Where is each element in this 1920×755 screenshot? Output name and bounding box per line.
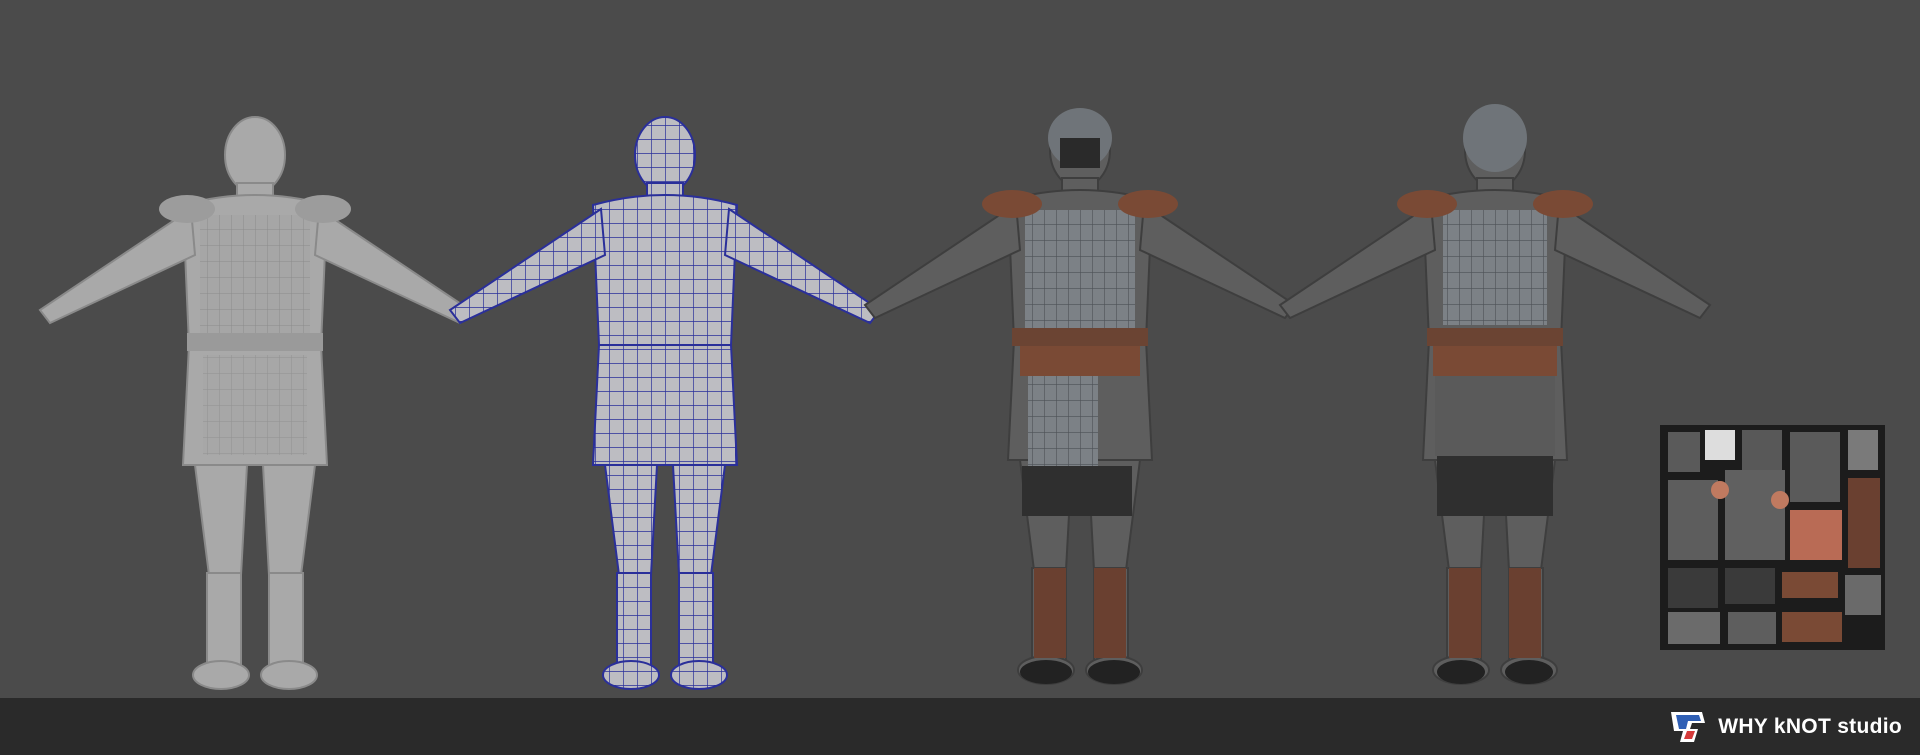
footer-bar: WHY kNOT studio <box>0 698 1920 755</box>
turnaround-canvas <box>0 0 1920 698</box>
textured-back-figure <box>1279 104 1711 685</box>
sculpt-figure <box>39 116 471 690</box>
textured-front-figure <box>864 108 1296 685</box>
brand: WHY kNOT studio <box>1668 710 1902 744</box>
why-knot-logo-icon <box>1671 712 1706 742</box>
character-sheet <box>39 104 1885 690</box>
brand-name: WHY kNOT studio <box>1718 715 1902 738</box>
texture-atlas <box>1660 425 1885 650</box>
wireframe-figure <box>449 116 881 690</box>
